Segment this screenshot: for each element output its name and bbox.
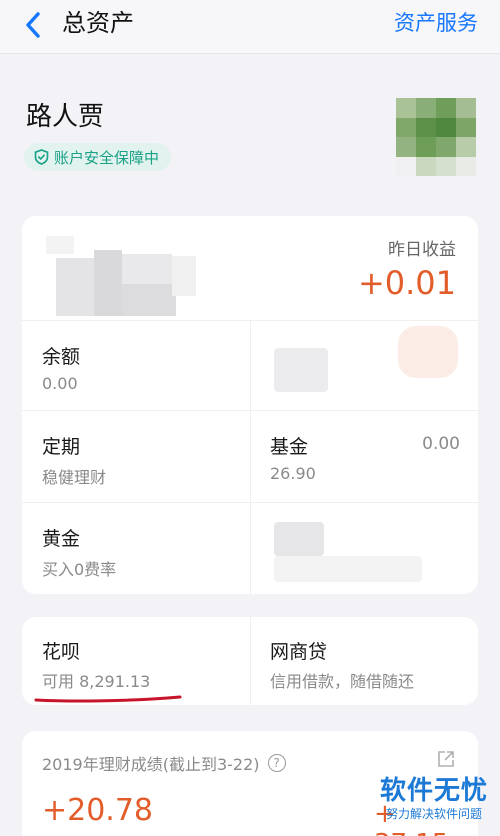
divider bbox=[22, 410, 478, 411]
balance-title[interactable]: 余额 bbox=[42, 342, 80, 369]
wangshangdai-title[interactable]: 网商贷 bbox=[270, 637, 327, 664]
total-assets-masked bbox=[46, 236, 196, 318]
gold-sub: 买入0费率 bbox=[42, 560, 117, 579]
page-title: 总资产 bbox=[62, 9, 134, 37]
performance-label-row: 2019年理财成绩(截止到3-22) ? bbox=[42, 751, 286, 775]
performance-label: 2019年理财成绩(截止到3-22) bbox=[42, 755, 260, 774]
back-arrow-icon[interactable] bbox=[20, 8, 46, 42]
fund-earnings: 0.00 bbox=[422, 434, 460, 454]
red-underline-annotation bbox=[34, 695, 182, 703]
yesterday-earnings-value: +0.01 bbox=[357, 264, 456, 302]
security-badge[interactable]: 账户安全保障中 bbox=[24, 143, 172, 171]
masked-value bbox=[274, 522, 324, 556]
huabei-available: 可用 8,291.13 bbox=[42, 672, 151, 691]
fixed-term-title[interactable]: 定期 bbox=[42, 432, 80, 459]
divider bbox=[250, 320, 251, 594]
wangshangdai-sub: 信用借款，随借随还 bbox=[270, 672, 415, 691]
watermark-logo: 软件无忧 努力解决软件问题 bbox=[376, 776, 492, 832]
fund-amount: 26.90 bbox=[270, 464, 316, 483]
shield-check-icon bbox=[34, 149, 49, 165]
masked-value bbox=[274, 556, 422, 582]
top-nav-bar: 总资产 资产服务 bbox=[0, 0, 500, 54]
masked-value bbox=[274, 348, 328, 392]
fixed-term-sub: 稳健理财 bbox=[42, 468, 107, 487]
security-badge-label: 账户安全保障中 bbox=[54, 148, 160, 167]
huabei-title[interactable]: 花呗 bbox=[42, 637, 80, 664]
balance-amount: 0.00 bbox=[42, 374, 78, 393]
user-name: 路人贾 bbox=[26, 102, 105, 132]
asset-service-link[interactable]: 资产服务 bbox=[394, 9, 478, 37]
divider bbox=[250, 617, 251, 705]
share-icon[interactable] bbox=[436, 749, 456, 769]
fund-title[interactable]: 基金 bbox=[270, 432, 308, 459]
masked-value bbox=[398, 326, 458, 378]
help-icon[interactable]: ? bbox=[267, 754, 286, 772]
assets-card: 昨日收益 +0.01 余额 0.00 定期 稳健理财 基金 0.00 26.90… bbox=[22, 216, 478, 594]
performance-value: +20.78 bbox=[42, 793, 154, 828]
gold-title[interactable]: 黄金 bbox=[42, 524, 80, 551]
avatar[interactable] bbox=[396, 98, 476, 176]
divider bbox=[22, 502, 478, 503]
watermark-subtitle: 努力解决软件问题 bbox=[385, 807, 482, 821]
yesterday-earnings-label: 昨日收益 bbox=[388, 240, 456, 260]
credit-card: 花呗 可用 8,291.13 网商贷 信用借款，随借随还 bbox=[22, 617, 478, 705]
watermark-title: 软件无忧 bbox=[379, 776, 488, 806]
